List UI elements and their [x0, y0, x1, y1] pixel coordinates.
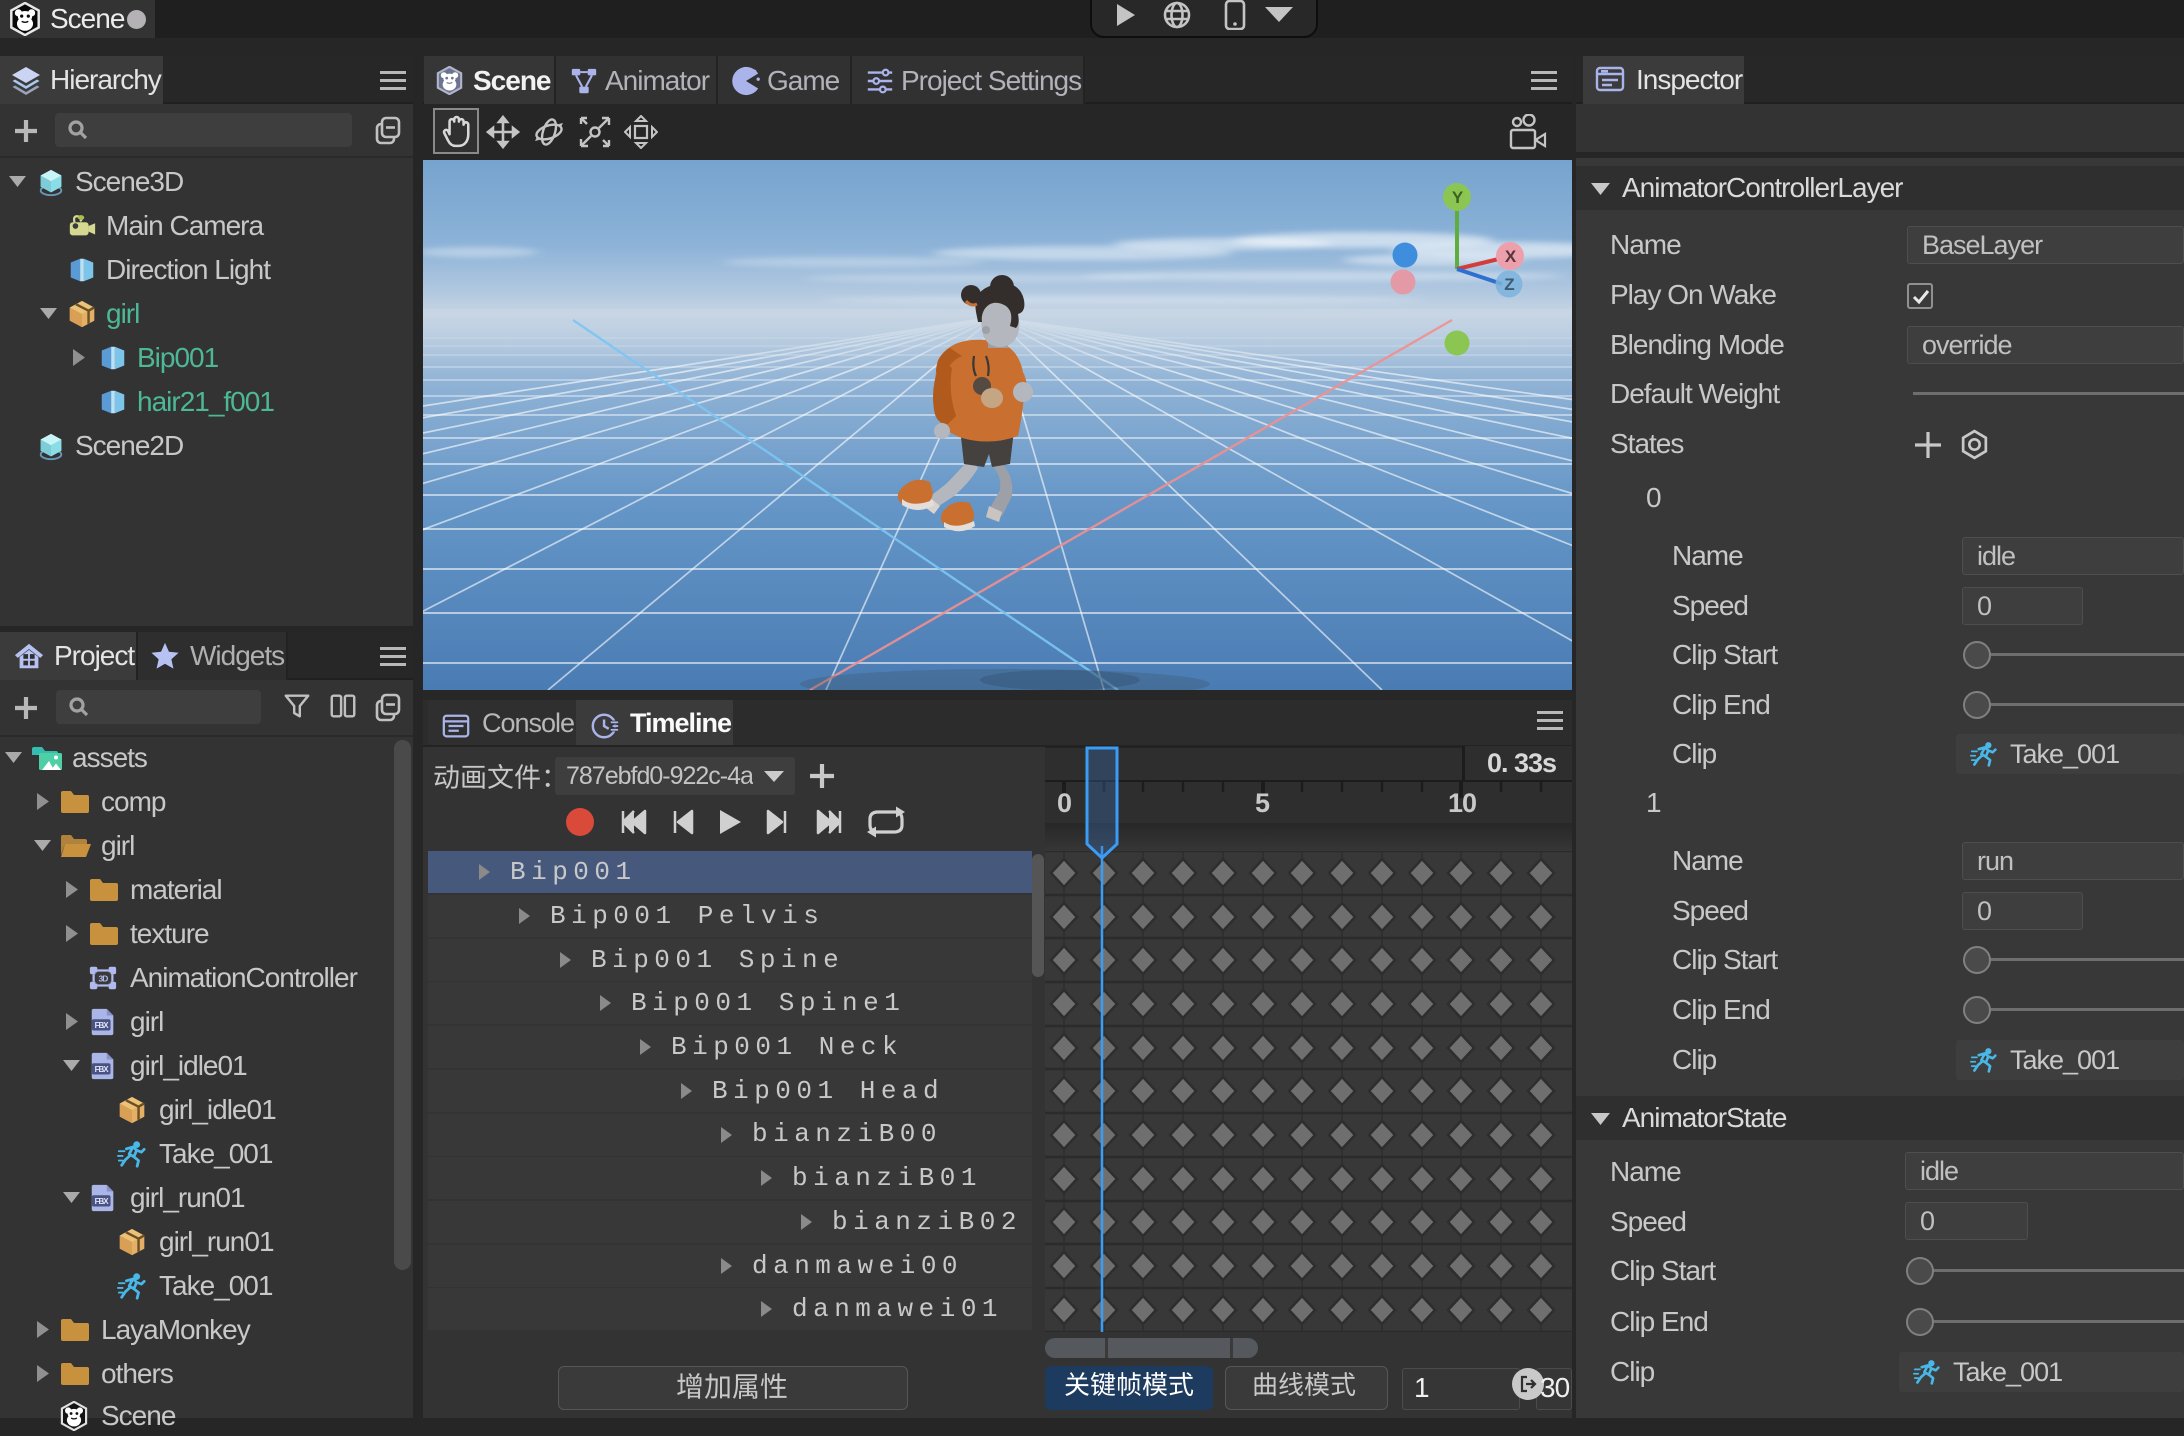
- svg-text:Y: Y: [1452, 188, 1464, 207]
- svg-text:FBX: FBX: [95, 1021, 110, 1030]
- svg-text:FBX: FBX: [95, 1197, 110, 1206]
- svg-text:X: X: [1505, 247, 1517, 266]
- svg-text:3D: 3D: [99, 973, 109, 983]
- svg-text:FBX: FBX: [95, 1065, 110, 1074]
- svg-text:Z: Z: [1504, 275, 1514, 294]
